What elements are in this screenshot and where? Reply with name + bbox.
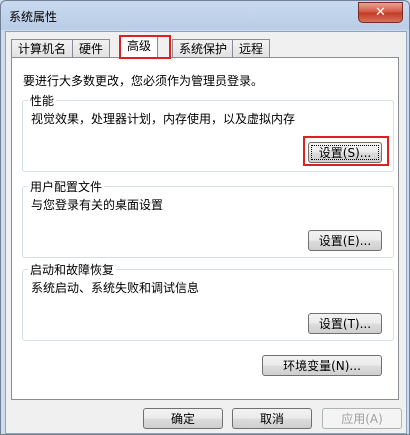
tab-system-protection[interactable]: 系统保护 bbox=[172, 39, 235, 58]
performance-settings-highlight bbox=[303, 136, 389, 166]
user-profiles-group: 用户配置文件 与您登录有关的桌面设置 设置(E)... bbox=[22, 178, 394, 258]
startup-recovery-group: 启动和故障恢复 系统启动、系统失败和调试信息 设置(T)... bbox=[22, 261, 394, 341]
window-title: 系统属性 bbox=[9, 10, 58, 24]
tab-advanced-highlight bbox=[119, 35, 171, 59]
performance-description: 视觉效果，处理器计划，内存使用，以及虚拟内存 bbox=[31, 112, 296, 126]
tab-hardware[interactable]: 硬件 bbox=[72, 39, 111, 58]
close-icon: ✕ bbox=[375, 5, 386, 20]
user-profiles-settings-button[interactable]: 设置(E)... bbox=[308, 230, 382, 251]
tab-computer-name[interactable]: 计算机名 bbox=[11, 39, 74, 58]
startup-recovery-description: 系统启动、系统失败和调试信息 bbox=[31, 281, 200, 295]
tab-remote[interactable]: 远程 bbox=[232, 39, 271, 58]
close-button[interactable]: ✕ bbox=[358, 2, 403, 23]
system-properties-window: 系统属性 ✕ 计算机名 硬件 高级 系统保护 远程 要进行大多数更改，您必须作为… bbox=[0, 0, 410, 435]
performance-title: 性能 bbox=[28, 92, 57, 109]
startup-recovery-title: 启动和故障恢复 bbox=[28, 261, 117, 278]
startup-recovery-settings-button[interactable]: 设置(T)... bbox=[308, 313, 382, 334]
environment-variables-button[interactable]: 环境变量(N)... bbox=[262, 355, 382, 376]
title-bar[interactable]: 系统属性 ✕ bbox=[1, 1, 409, 31]
user-profiles-description: 与您登录有关的桌面设置 bbox=[31, 198, 164, 212]
ok-button[interactable]: 确定 bbox=[143, 408, 223, 429]
cancel-button[interactable]: 取消 bbox=[232, 408, 312, 429]
dialog-client-area: 计算机名 硬件 高级 系统保护 远程 要进行大多数更改，您必须作为管理员登录。 … bbox=[5, 31, 407, 434]
apply-button[interactable]: 应用(A) bbox=[322, 408, 402, 429]
admin-note: 要进行大多数更改，您必须作为管理员登录。 bbox=[23, 74, 264, 88]
user-profiles-title: 用户配置文件 bbox=[28, 178, 105, 195]
